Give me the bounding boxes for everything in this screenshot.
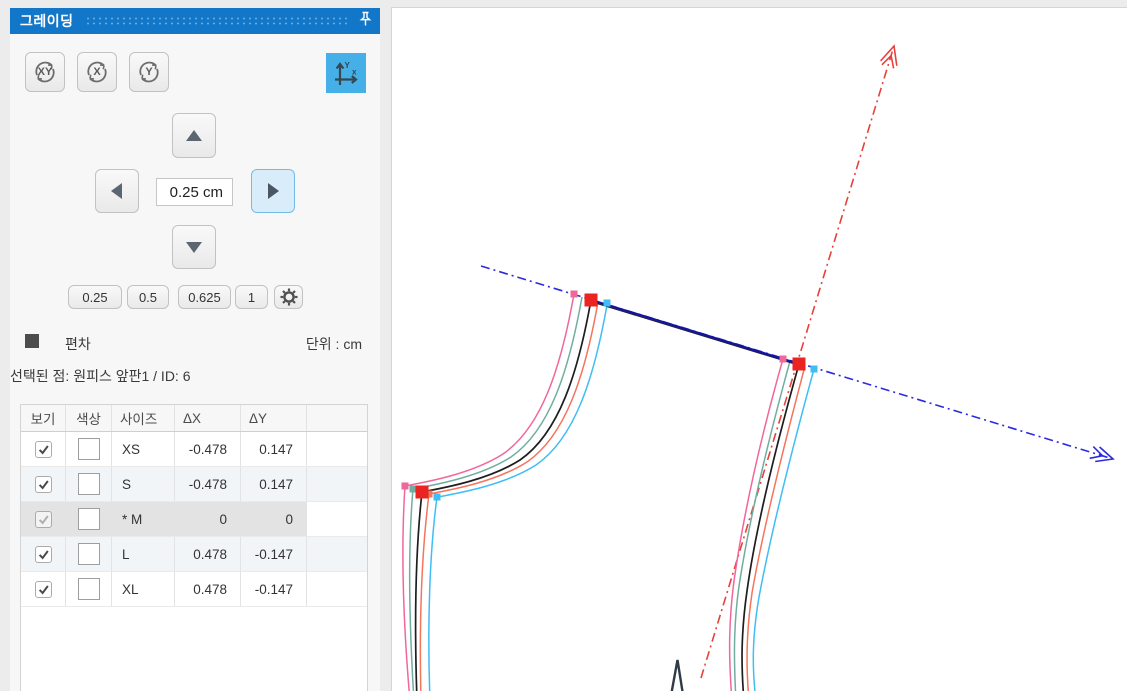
titlebar-texture	[83, 15, 348, 27]
dx-cell: 0.478	[175, 537, 241, 571]
dx-cell: 0	[175, 502, 241, 536]
triangle-right-icon	[268, 183, 279, 199]
size-cell: L	[112, 537, 175, 571]
deviation-color-square	[25, 334, 39, 348]
extra-cell	[307, 432, 367, 466]
check-icon	[38, 514, 49, 524]
extra-cell	[307, 502, 367, 536]
header-dx: ΔX	[175, 405, 241, 431]
header-extra	[307, 405, 367, 431]
svg-text:x: x	[352, 68, 357, 77]
check-icon	[38, 479, 49, 489]
color-swatch[interactable]	[77, 543, 100, 565]
grading-app-window: { "panel": { "title": "그레이딩", "reset_but…	[0, 0, 1127, 691]
visibility-checkbox[interactable]	[34, 580, 52, 598]
outline-m[interactable]	[414, 299, 800, 691]
table-row-xl[interactable]: XL 0.478 -0.147	[21, 572, 367, 607]
reset-y-button[interactable]: Y	[129, 52, 169, 92]
table-row-l[interactable]: L 0.478 -0.147	[21, 537, 367, 572]
table-row-m-base[interactable]: * M 0 0	[21, 502, 367, 537]
nudge-up-button[interactable]	[172, 113, 216, 158]
dy-cell: 0.147	[241, 467, 307, 501]
header-size: 사이즈	[112, 405, 175, 431]
outline-l[interactable]	[419, 301, 806, 691]
nudge-value: 0.25 cm	[169, 183, 223, 201]
panel-title: 그레이딩	[20, 13, 74, 29]
pattern-drawing	[401, 44, 1115, 691]
color-swatch[interactable]	[77, 578, 100, 600]
preset-05-button[interactable]: 0.5	[127, 285, 169, 309]
reset-y-label: Y	[145, 66, 153, 78]
unit-label: 단위 : cm	[305, 336, 362, 352]
triangle-down-icon	[186, 242, 202, 253]
reset-xy-button[interactable]: XY	[25, 52, 65, 92]
dart-lines[interactable]	[670, 659, 684, 691]
preset-1-button[interactable]: 1	[235, 285, 268, 309]
check-icon	[38, 584, 49, 594]
extra-cell	[307, 537, 367, 571]
preset-settings-button[interactable]	[274, 285, 303, 309]
color-swatch[interactable]	[77, 438, 100, 460]
triangle-up-icon	[186, 129, 202, 141]
nudge-down-button[interactable]	[172, 225, 216, 269]
dx-cell: 0.478	[175, 572, 241, 606]
dx-cell: -0.478	[175, 432, 241, 466]
pin-icon[interactable]	[358, 11, 372, 32]
selected-shoulder-edge[interactable]	[590, 298, 800, 366]
size-cell: XS	[112, 432, 175, 466]
color-swatch[interactable]	[77, 473, 100, 495]
svg-text:Y: Y	[345, 61, 351, 70]
reset-xy-label: XY	[37, 66, 53, 78]
size-cell: * M	[112, 502, 175, 536]
gear-icon	[280, 288, 297, 306]
table-row-s[interactable]: S -0.478 0.147	[21, 467, 367, 502]
shoulder-line-base[interactable]	[591, 301, 799, 366]
preset-0625-button[interactable]: 0.625	[178, 285, 231, 309]
color-swatch[interactable]	[77, 508, 100, 530]
nudge-value-input[interactable]: 0.25 cm	[156, 178, 233, 206]
axis-mode-button[interactable]: Y x	[326, 53, 366, 93]
extra-cell	[307, 467, 367, 501]
outline-s[interactable]	[408, 296, 791, 691]
xy-axes-icon: Y x	[335, 61, 358, 85]
size-cell: S	[112, 467, 175, 501]
table-header-row: 보기 색상 사이즈 ΔX ΔY	[21, 405, 367, 432]
reset-x-label: X	[93, 66, 101, 78]
deviation-label: 편차	[65, 336, 91, 352]
dx-cell: -0.478	[175, 467, 241, 501]
grading-size-table: 보기 색상 사이즈 ΔX ΔY XS -0.478 0.147 S -0.478…	[20, 404, 368, 691]
selected-point-info: 선택된 점: 원피스 앞판1 / ID: 6	[10, 368, 191, 384]
dy-cell: 0.147	[241, 432, 307, 466]
header-color: 색상	[66, 405, 112, 431]
dy-cell: 0	[241, 502, 307, 536]
preset-025-button[interactable]: 0.25	[68, 285, 122, 309]
check-icon	[38, 444, 49, 454]
header-view: 보기	[21, 405, 66, 431]
visibility-checkbox[interactable]	[34, 440, 52, 458]
triangle-left-icon	[111, 183, 122, 199]
visibility-checkbox-disabled	[34, 510, 52, 528]
size-cell: XL	[112, 572, 175, 606]
dy-cell: -0.147	[241, 572, 307, 606]
extra-cell	[307, 572, 367, 606]
table-row-xs[interactable]: XS -0.478 0.147	[21, 432, 367, 467]
panel-titlebar[interactable]: 그레이딩	[10, 8, 380, 34]
header-dy: ΔY	[241, 405, 307, 431]
reset-x-button[interactable]: X	[77, 52, 117, 92]
nudge-left-button[interactable]	[95, 169, 139, 213]
check-icon	[38, 549, 49, 559]
visibility-checkbox[interactable]	[34, 545, 52, 563]
dy-cell: -0.147	[241, 537, 307, 571]
pattern-canvas[interactable]	[391, 7, 1127, 691]
nudge-right-button[interactable]	[251, 169, 295, 213]
visibility-checkbox[interactable]	[34, 475, 52, 493]
